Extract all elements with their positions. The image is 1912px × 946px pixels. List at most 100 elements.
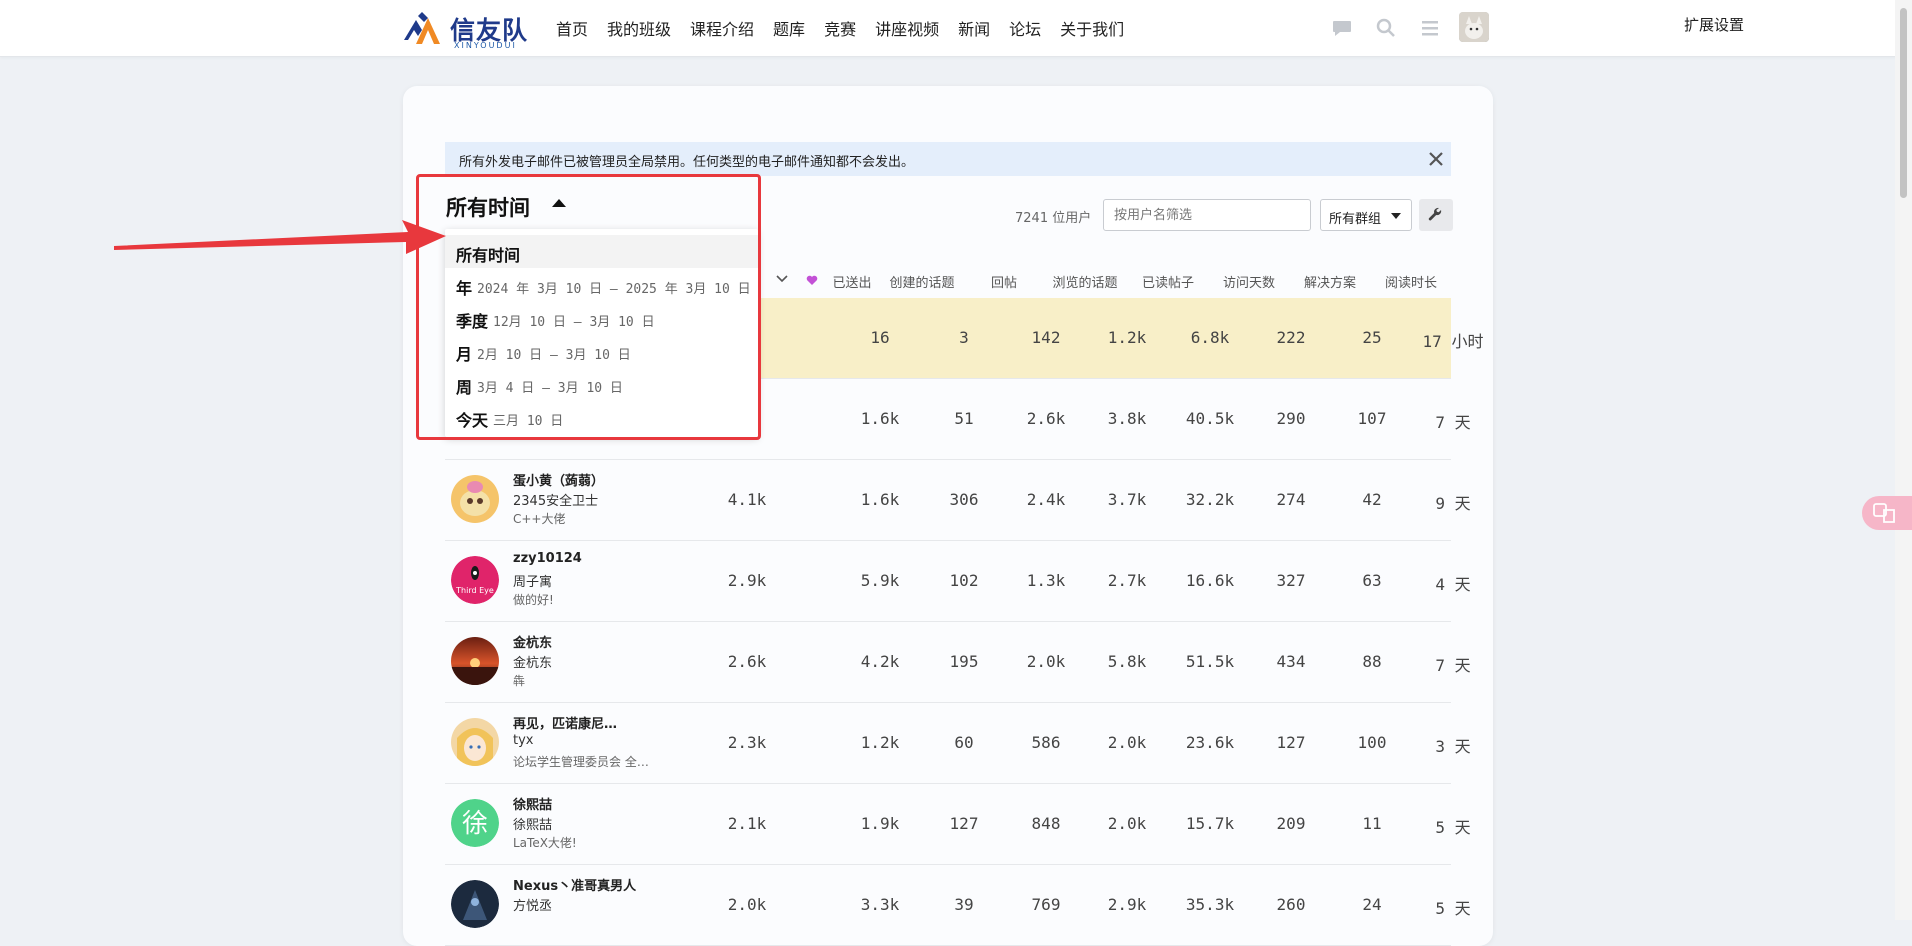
cell-topics: 60 — [954, 733, 974, 752]
translate-icon — [1873, 503, 1895, 523]
nav-courses[interactable]: 课程介绍 — [690, 16, 754, 40]
period-option-quarter[interactable]: 季度 12月 10 日 – 3月 10 日 — [445, 301, 758, 334]
dark-knight-avatar-icon — [451, 880, 499, 928]
avatar[interactable] — [451, 475, 499, 523]
period-option-year[interactable]: 年 2024 年 3月 10 日 – 2025 年 3月 10 日 — [445, 268, 758, 301]
nav-about[interactable]: 关于我们 — [1060, 16, 1124, 40]
user-name[interactable]: zzy10124 — [513, 551, 582, 566]
menu-icon[interactable] — [1418, 16, 1442, 40]
nav-news[interactable]: 新闻 — [958, 16, 990, 40]
table-row[interactable]: Third Eye zzy10124 周子寓 做的好! 2.9k 5.9k 10… — [445, 541, 1471, 622]
avatar[interactable]: 徐 — [451, 799, 499, 847]
col-head-topics-created[interactable]: 创建的话题 — [889, 272, 954, 291]
avatar[interactable] — [451, 880, 499, 928]
nav-forum[interactable]: 论坛 — [1009, 16, 1041, 40]
cell-read: 51.5k — [1185, 652, 1235, 671]
avatar[interactable]: Third Eye — [451, 556, 499, 604]
col-head-time-read[interactable]: 阅读时长 — [1385, 272, 1437, 291]
period-option-label: 周 — [456, 378, 473, 397]
caret-down-icon — [1391, 213, 1401, 219]
cell-time: 5 天 — [1435, 899, 1471, 918]
user-fullname: tyx — [513, 733, 534, 748]
third-eye-avatar-icon: Third Eye — [451, 556, 499, 604]
settings-button[interactable] — [1419, 199, 1453, 231]
nav-home[interactable]: 首页 — [556, 16, 588, 40]
page-scrollbar[interactable] — [1895, 0, 1912, 920]
cell-topics: 195 — [949, 652, 979, 671]
nav-lecture-videos[interactable]: 讲座视频 — [875, 16, 939, 40]
user-name[interactable]: 金杭东 — [513, 632, 552, 651]
current-user-avatar[interactable] — [1459, 12, 1489, 42]
period-option-range: 三月 10 日 — [493, 414, 564, 429]
cell-replies: 586 — [1031, 733, 1061, 752]
cell-received: 2.6k — [727, 652, 767, 671]
cat-avatar-icon — [1459, 12, 1489, 42]
caret-up-icon[interactable] — [552, 199, 566, 207]
cell-solutions: 88 — [1362, 652, 1382, 671]
cell-days: 260 — [1276, 895, 1306, 914]
chat-icon[interactable] — [1330, 16, 1354, 40]
user-title: 做的好! — [513, 593, 554, 607]
user-name[interactable]: 再见，匹诺康尼… — [513, 713, 617, 732]
col-head-posts-read[interactable]: 已读帖子 — [1142, 272, 1194, 291]
col-head-solutions[interactable]: 解决方案 — [1304, 272, 1356, 291]
table-row[interactable]: 蛋小黄（蒟蒻） 2345安全卫士 C++大佬 4.1k 1.6k 306 2.4… — [445, 460, 1471, 541]
cell-replies: 2.0k — [1026, 652, 1066, 671]
cell-read: 35.3k — [1185, 895, 1235, 914]
col-head-topics-viewed[interactable]: 浏览的话题 — [1052, 272, 1117, 291]
chevron-down-icon[interactable] — [775, 274, 789, 284]
cell-received: 2.1k — [727, 814, 767, 833]
cell-solutions: 42 — [1362, 490, 1382, 509]
cell-sent: 4.2k — [860, 652, 900, 671]
user-name[interactable]: 蛋小黄（蒟蒻） — [513, 470, 604, 489]
period-option-month[interactable]: 月 2月 10 日 – 3月 10 日 — [445, 334, 758, 367]
table-row[interactable]: Nexus丶准哥真男人 方悦丞 2.0k 3.3k 39 769 2.9k 35… — [445, 865, 1471, 946]
notice-text: 所有外发电子邮件已被管理员全局禁用。任何类型的电子邮件通知都不会发出。 — [459, 155, 915, 170]
user-fullname: 徐熙喆 — [513, 818, 553, 833]
nav-contests[interactable]: 竞赛 — [824, 16, 856, 40]
col-head-replies[interactable]: 回帖 — [991, 272, 1017, 291]
cell-days: 274 — [1276, 490, 1306, 509]
avatar[interactable] — [451, 718, 499, 766]
col-head-sent[interactable]: 已送出 — [832, 272, 871, 291]
nav-problems[interactable]: 题库 — [773, 16, 805, 40]
cell-solutions: 25 — [1362, 328, 1382, 347]
period-option-today[interactable]: 今天 三月 10 日 — [445, 400, 758, 433]
cell-replies: 2.6k — [1026, 409, 1066, 428]
cell-topics: 306 — [949, 490, 979, 509]
cell-days: 209 — [1276, 814, 1306, 833]
cell-topics: 51 — [954, 409, 974, 428]
cell-viewed: 1.2k — [1107, 328, 1147, 347]
period-option-range: 3月 4 日 – 3月 10 日 — [477, 381, 623, 396]
translate-floating-button[interactable] — [1862, 496, 1912, 530]
cell-topics: 102 — [949, 571, 979, 590]
cell-read: 16.6k — [1185, 571, 1235, 590]
col-head-days-visited[interactable]: 访问天数 — [1223, 272, 1275, 291]
cell-time: 4 天 — [1435, 575, 1471, 594]
cell-viewed: 3.7k — [1107, 490, 1147, 509]
scrollbar-thumb[interactable] — [1900, 8, 1907, 198]
table-row[interactable]: 徐 徐熙喆 徐熙喆 LaTeX大佬! 2.1k 1.9k 127 848 2.0… — [445, 784, 1471, 865]
period-option-week[interactable]: 周 3月 4 日 – 3月 10 日 — [445, 367, 758, 400]
cell-solutions: 63 — [1362, 571, 1382, 590]
cell-received: 2.9k — [727, 571, 767, 590]
table-row[interactable]: 再见，匹诺康尼… tyx 论坛学生管理委员会 全… 2.3k 1.2k 60 5… — [445, 703, 1471, 784]
main-nav: 首页 我的班级 课程介绍 题库 竞赛 讲座视频 新闻 论坛 关于我们 — [556, 16, 1143, 40]
username-filter-input[interactable] — [1103, 199, 1311, 231]
cell-days: 222 — [1276, 328, 1306, 347]
nav-my-class[interactable]: 我的班级 — [607, 16, 671, 40]
close-icon[interactable] — [1425, 148, 1447, 170]
extension-settings-link[interactable]: 扩展设置 — [1684, 14, 1744, 35]
cell-viewed: 2.7k — [1107, 571, 1147, 590]
avatar[interactable] — [451, 637, 499, 685]
search-icon[interactable] — [1374, 16, 1398, 40]
group-select[interactable]: 所有群组 — [1320, 199, 1412, 231]
sunset-avatar-icon — [451, 637, 499, 685]
user-fullname: 金杭东 — [513, 656, 553, 671]
period-option-all[interactable]: 所有时间 — [445, 235, 758, 268]
user-name[interactable]: Nexus丶准哥真男人 — [513, 875, 636, 894]
cell-read: 23.6k — [1185, 733, 1235, 752]
leaderboard-card: 所有外发电子邮件已被管理员全局禁用。任何类型的电子邮件通知都不会发出。 所有时间… — [403, 86, 1493, 946]
table-row[interactable]: 金杭东 金杭东 犇 2.6k 4.2k 195 2.0k 5.8k 51.5k … — [445, 622, 1471, 703]
user-name[interactable]: 徐熙喆 — [513, 794, 552, 813]
